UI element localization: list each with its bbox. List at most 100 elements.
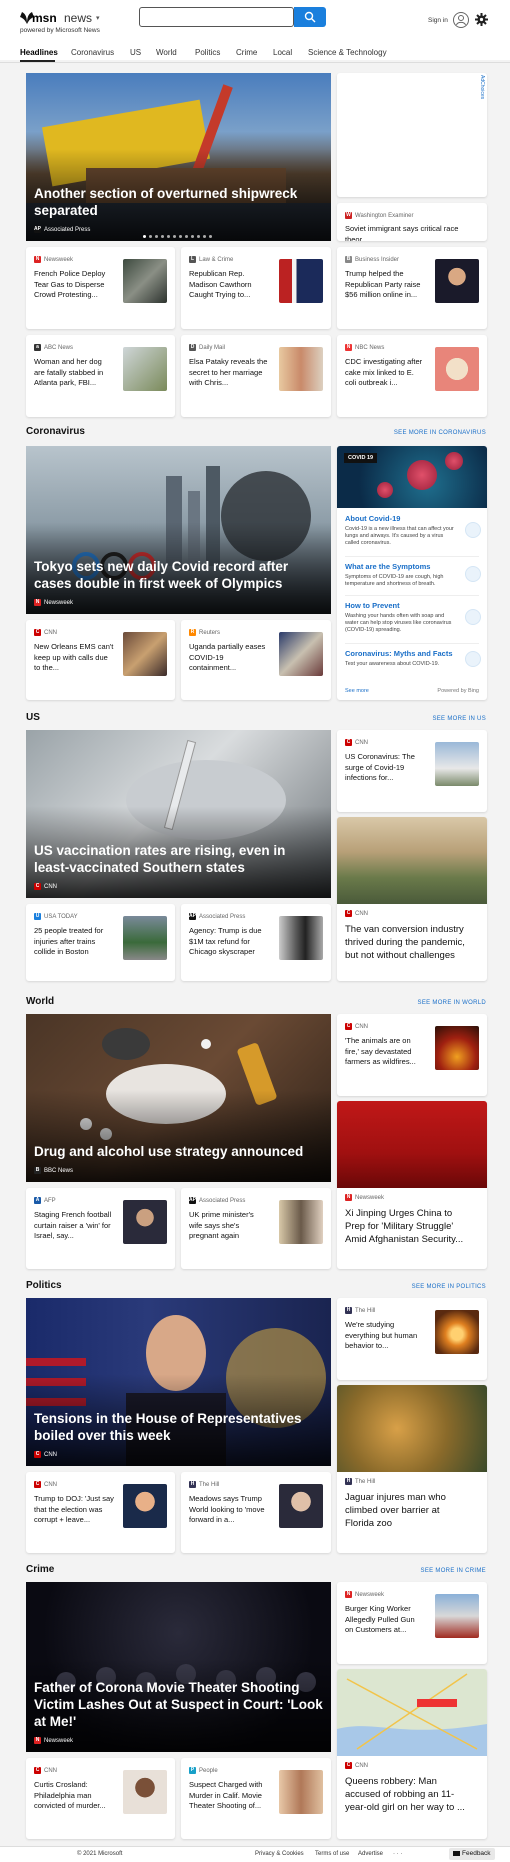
carousel-dot[interactable] — [179, 235, 182, 238]
nav-crime[interactable]: Crime — [236, 48, 257, 57]
sign-in-link[interactable]: Sign in — [428, 17, 448, 24]
hero-story[interactable]: Tokyo sets new daily Covid record after … — [26, 446, 331, 614]
news-card[interactable]: C CNN 'The animals are on fire,' say deva… — [337, 1014, 487, 1096]
news-card-large[interactable]: C CNN Queens robbery: Man accused of robb… — [337, 1669, 487, 1839]
ad-slot[interactable]: AdChoices — [337, 73, 487, 197]
hero-story[interactable]: Father of Corona Movie Theater Shooting … — [26, 1582, 331, 1752]
nav-headlines[interactable]: Headlines — [20, 48, 58, 57]
carousel-dots[interactable] — [143, 235, 212, 238]
news-card[interactable]: C CNN Trump to DOJ: 'Just say that the el… — [26, 1472, 175, 1553]
see-more-world[interactable]: SEE MORE IN WORLD — [418, 1000, 486, 1006]
card-title[interactable]: 'The animals are on fire,' say devastate… — [345, 1036, 425, 1068]
card-title[interactable]: CDC investigating after cake mix linked … — [345, 357, 425, 389]
hero-story[interactable]: Another section of overturned shipwreck … — [26, 73, 331, 241]
see-more-coronavirus[interactable]: SEE MORE IN CORONAVIRUS — [394, 430, 486, 436]
hero-headline[interactable]: US vaccination rates are rising, even in… — [34, 842, 323, 876]
news-card[interactable]: W Washington Examiner Soviet immigrant sa… — [337, 203, 487, 241]
card-title[interactable]: Jaguar injures man who climbed over barr… — [345, 1491, 471, 1530]
card-title[interactable]: Agency: Trump is due $1M tax refund for … — [189, 926, 269, 958]
news-card[interactable]: a ABC News Woman and her dog are fatally … — [26, 335, 175, 417]
covid-item[interactable]: Coronavirus: Myths and Facts Test your aw… — [345, 649, 457, 668]
news-card[interactable]: C CNN Curtis Crosland: Philadelphia man c… — [26, 1758, 175, 1839]
news-card[interactable]: AP Associated Press UK prime minister's w… — [181, 1188, 331, 1269]
hero-headline[interactable]: Tokyo sets new daily Covid record after … — [34, 558, 323, 592]
carousel-dot[interactable] — [173, 235, 176, 238]
covid-see-more[interactable]: See more — [345, 688, 369, 694]
carousel-dot[interactable] — [191, 235, 194, 238]
news-card[interactable]: N NBC News CDC investigating after cake m… — [337, 335, 487, 417]
news-card[interactable]: H The Hill Meadows says Trump World looki… — [181, 1472, 331, 1553]
card-title[interactable]: UK prime minister's wife says she's preg… — [189, 1210, 269, 1242]
see-more-us[interactable]: SEE MORE IN US — [432, 716, 486, 722]
news-card[interactable]: N Newsweek Burger King Worker Allegedly P… — [337, 1582, 487, 1664]
product-name[interactable]: news — [64, 11, 92, 25]
search-input[interactable] — [139, 7, 294, 27]
card-title[interactable]: US Coronavirus: The surge of Covid-19 in… — [345, 752, 425, 784]
news-card[interactable]: AP Associated Press Agency: Trump is due … — [181, 904, 331, 981]
news-card[interactable]: L Law & Crime Republican Rep. Madison Caw… — [181, 247, 331, 329]
card-title[interactable]: Elsa Pataky reveals the secret to her ma… — [189, 357, 269, 389]
avatar-icon[interactable] — [453, 12, 469, 28]
hero-story[interactable]: US vaccination rates are rising, even in… — [26, 730, 331, 898]
covid-item-heading[interactable]: How to Prevent — [345, 601, 457, 610]
card-title[interactable]: Trump helped the Republican Party raise … — [345, 269, 425, 301]
nav-us[interactable]: US — [130, 48, 141, 57]
hero-story[interactable]: Tensions in the House of Representatives… — [26, 1298, 331, 1466]
hero-headline[interactable]: Tensions in the House of Representatives… — [34, 1410, 323, 1444]
section-title-crime[interactable]: Crime — [26, 1564, 54, 1575]
hero-story[interactable]: Drug and alcohol use strategy announced … — [26, 1014, 331, 1182]
card-title[interactable]: Meadows says Trump World looking to 'mov… — [189, 1494, 269, 1526]
news-card[interactable]: R Reuters Uganda partially eases COVID-19… — [181, 620, 331, 700]
nav-politics[interactable]: Politics — [195, 48, 220, 57]
card-title[interactable]: The van conversion industry thrived duri… — [345, 923, 471, 962]
see-more-politics[interactable]: SEE MORE IN POLITICS — [412, 1284, 486, 1290]
nav-local[interactable]: Local — [273, 48, 292, 57]
carousel-dot[interactable] — [167, 235, 170, 238]
section-title-us[interactable]: US — [26, 712, 40, 723]
nav-science-technology[interactable]: Science & Technology — [308, 48, 387, 57]
card-title[interactable]: Xi Jinping Urges China to Prep for 'Mili… — [345, 1207, 471, 1246]
hero-headline[interactable]: Drug and alcohol use strategy announced — [34, 1143, 323, 1160]
nav-world[interactable]: World — [156, 48, 177, 57]
card-title[interactable]: New Orleans EMS can't keep up with calls… — [34, 642, 114, 674]
carousel-dot[interactable] — [149, 235, 152, 238]
card-title[interactable]: Burger King Worker Allegedly Pulled Gun … — [345, 1604, 425, 1636]
card-title[interactable]: Woman and her dog are fatally stabbed in… — [34, 357, 114, 389]
card-title[interactable]: Queens robbery: Man accused of robbing a… — [345, 1775, 471, 1814]
news-card[interactable]: N Newsweek French Police Deploy Tear Gas … — [26, 247, 175, 329]
carousel-dot[interactable] — [155, 235, 158, 238]
advertise-link[interactable]: Advertise — [358, 1851, 383, 1857]
ad-choices-label[interactable]: AdChoices — [479, 75, 485, 99]
news-card-large[interactable]: H The Hill Jaguar injures man who climbed… — [337, 1385, 487, 1553]
chevron-down-icon[interactable]: ▾ — [96, 14, 100, 22]
card-title[interactable]: Trump to DOJ: 'Just say that the electio… — [34, 1494, 114, 1526]
card-title[interactable]: Suspect Charged with Murder in Calif. Mo… — [189, 1780, 269, 1812]
nav-coronavirus[interactable]: Coronavirus — [71, 48, 114, 57]
card-title[interactable]: We're studying everything but human beha… — [345, 1320, 425, 1352]
hero-headline[interactable]: Another section of overturned shipwreck … — [34, 185, 323, 219]
card-title[interactable]: Soviet immigrant says critical race theo… — [345, 224, 479, 241]
feedback-button[interactable]: Feedback — [449, 1848, 495, 1860]
news-card[interactable]: D Daily Mail Elsa Pataky reveals the secr… — [181, 335, 331, 417]
news-card[interactable]: A AFP Staging French football curtain rai… — [26, 1188, 175, 1269]
card-title[interactable]: Republican Rep. Madison Cawthorn Caught … — [189, 269, 269, 301]
covid-item[interactable]: What are the Symptoms Symptoms of COVID-1… — [345, 562, 457, 588]
hero-headline[interactable]: Father of Corona Movie Theater Shooting … — [34, 1679, 323, 1730]
terms-link[interactable]: Terms of use — [315, 1851, 349, 1857]
carousel-dot[interactable] — [185, 235, 188, 238]
carousel-dot[interactable] — [209, 235, 212, 238]
see-more-crime[interactable]: SEE MORE IN CRIME — [421, 1568, 486, 1574]
card-title[interactable]: French Police Deploy Tear Gas to Dispers… — [34, 269, 114, 301]
section-title-coronavirus[interactable]: Coronavirus — [26, 426, 85, 437]
covid-item[interactable]: About Covid-19 Covid-19 is a new illness … — [345, 514, 457, 547]
more-menu[interactable]: · · · — [393, 1851, 402, 1857]
gear-icon[interactable] — [475, 13, 488, 26]
news-card[interactable]: B Business Insider Trump helped the Repub… — [337, 247, 487, 329]
card-title[interactable]: 25 people treated for injuries after tra… — [34, 926, 114, 958]
news-card-large[interactable]: C CNN The van conversion industry thrived… — [337, 817, 487, 981]
covid-item-heading[interactable]: Coronavirus: Myths and Facts — [345, 649, 457, 658]
card-title[interactable]: Curtis Crosland: Philadelphia man convic… — [34, 1780, 114, 1812]
news-card[interactable]: C CNN New Orleans EMS can't keep up with … — [26, 620, 175, 700]
carousel-dot[interactable] — [197, 235, 200, 238]
section-title-politics[interactable]: Politics — [26, 1280, 62, 1291]
